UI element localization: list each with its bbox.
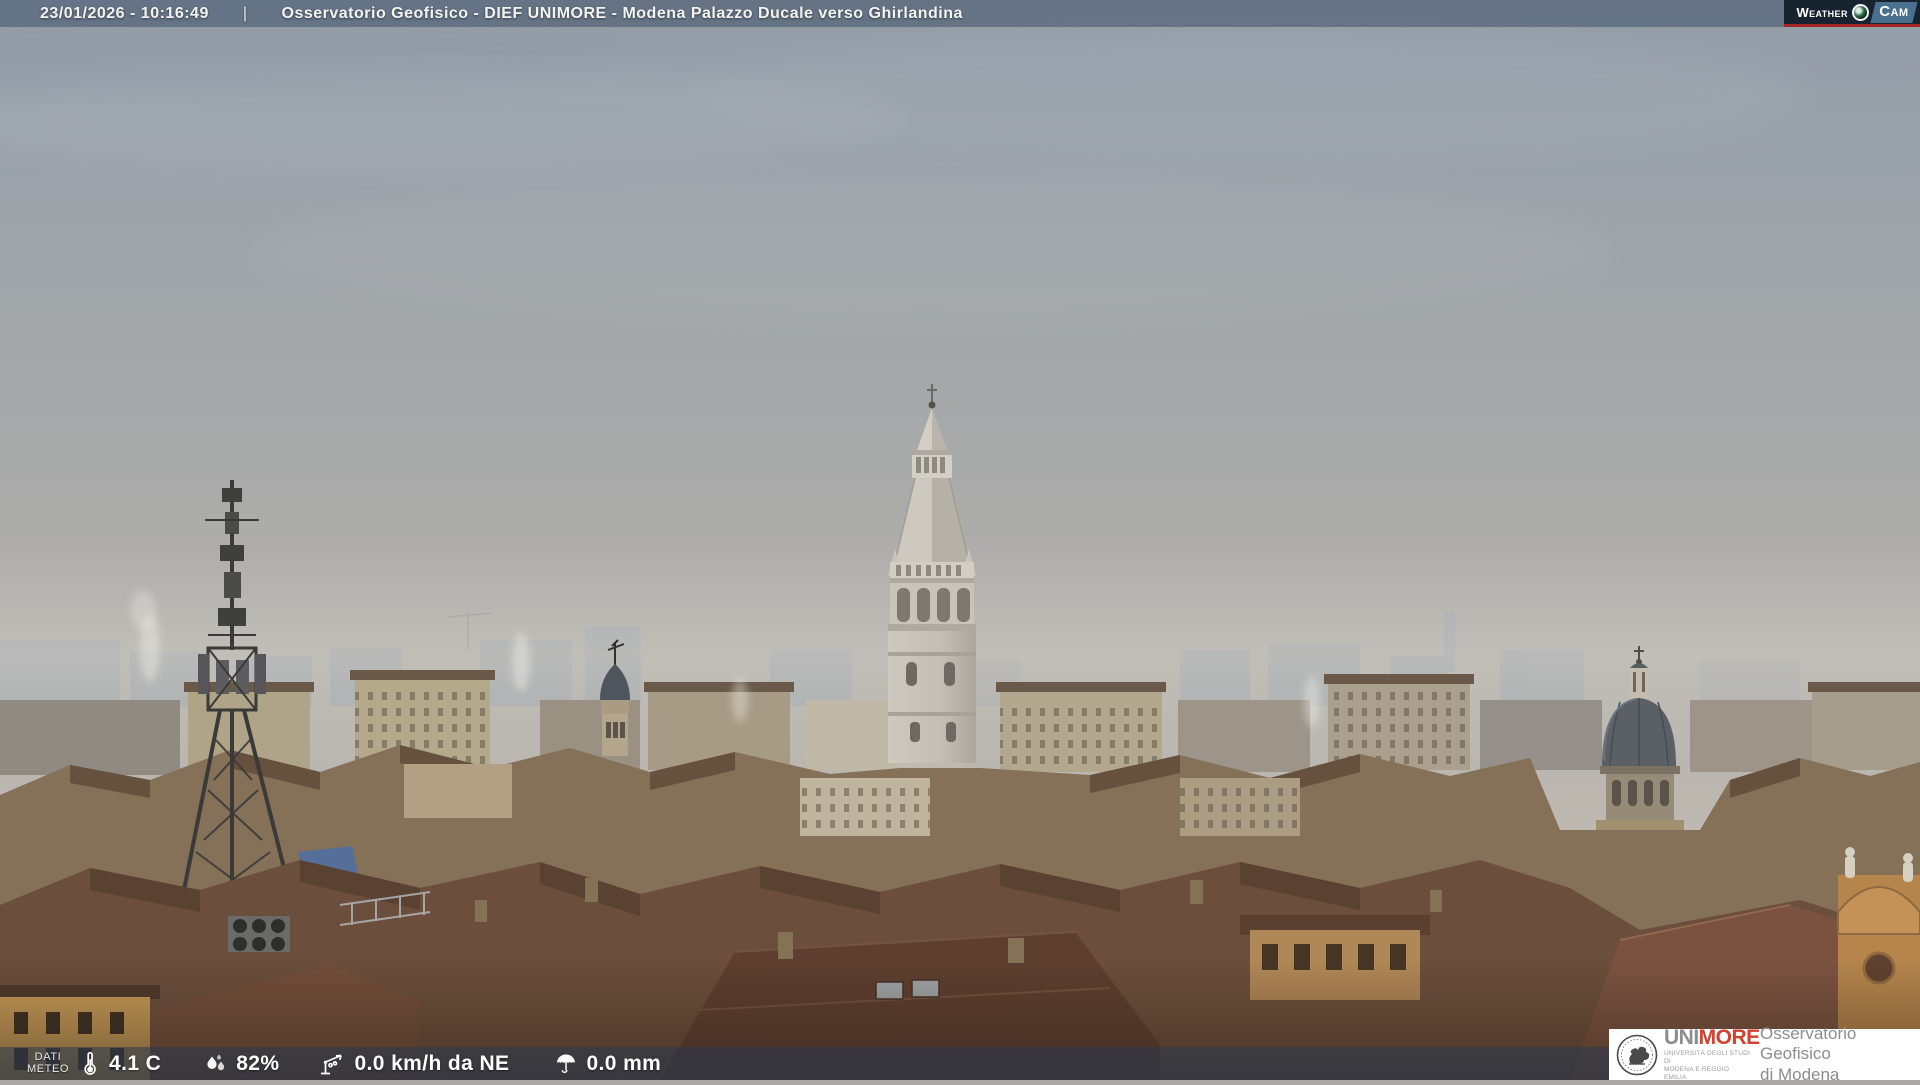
weathercam-cam-badge: Cam <box>1870 1 1918 23</box>
webcam-photo <box>0 0 1920 1080</box>
observatory-name-line2: di Modena <box>1760 1064 1840 1084</box>
precipitation-reading: 0.0 mm <box>553 1051 661 1076</box>
unimore-more-text: MORE <box>1698 1025 1761 1049</box>
weathercam-weather-label: Weather <box>1796 4 1848 20</box>
thermometer-icon <box>84 1051 96 1075</box>
weathercam-logo[interactable]: Weather Cam <box>1784 0 1920 27</box>
timestamp: 23/01/2026 - 10:16:49 <box>40 4 209 22</box>
unimore-wordmark: UNIMORE UNIVERSITÀ DEGLI STUDI DI MODENA… <box>1664 1025 1760 1083</box>
camera-lens-icon <box>1851 3 1869 21</box>
wind-value: 0.0 km/h da NE <box>354 1051 510 1075</box>
humidity-value: 82% <box>236 1051 280 1075</box>
humidity-icon <box>207 1053 225 1070</box>
observatory-name: Osservatorio Geofisico di Modena <box>1760 1024 1920 1084</box>
unimore-subtitle: UNIVERSITÀ DEGLI STUDI DI MODENA E REGGI… <box>1664 1050 1752 1083</box>
dati-meteo-label: DATI METEO <box>18 1050 78 1075</box>
temperature-value: 4.1 C <box>109 1051 162 1075</box>
wind-vane-icon <box>321 1054 343 1074</box>
unimore-subtitle-line1: UNIVERSITÀ DEGLI STUDI DI <box>1664 1049 1751 1065</box>
observatory-name-line1: Osservatorio Geofisico <box>1760 1024 1857 1064</box>
top-overlay-bar: 23/01/2026 - 10:16:49 | Osservatorio Geo… <box>0 0 1920 27</box>
dati-label-line2: METEO <box>26 1062 70 1075</box>
separator: | <box>242 4 248 22</box>
camera-title: Osservatorio Geofisico - DIEF UNIMORE - … <box>281 4 963 22</box>
umbrella-icon <box>557 1054 576 1074</box>
weathercam-cam-label: Cam <box>1879 2 1909 20</box>
unimore-logo-box[interactable]: UNIMORE UNIVERSITÀ DEGLI STUDI DI MODENA… <box>1609 1024 1920 1084</box>
temperature-reading: 4.1 C <box>78 1051 161 1077</box>
wind-reading: 0.0 km/h da NE <box>317 1052 509 1076</box>
dati-label-line1: DATI <box>34 1050 62 1063</box>
humidity-reading: 82% <box>203 1052 279 1076</box>
precipitation-value: 0.0 mm <box>586 1051 662 1075</box>
unimore-seal-icon <box>1616 1034 1658 1075</box>
unimore-uni-text: UNI <box>1664 1025 1699 1049</box>
